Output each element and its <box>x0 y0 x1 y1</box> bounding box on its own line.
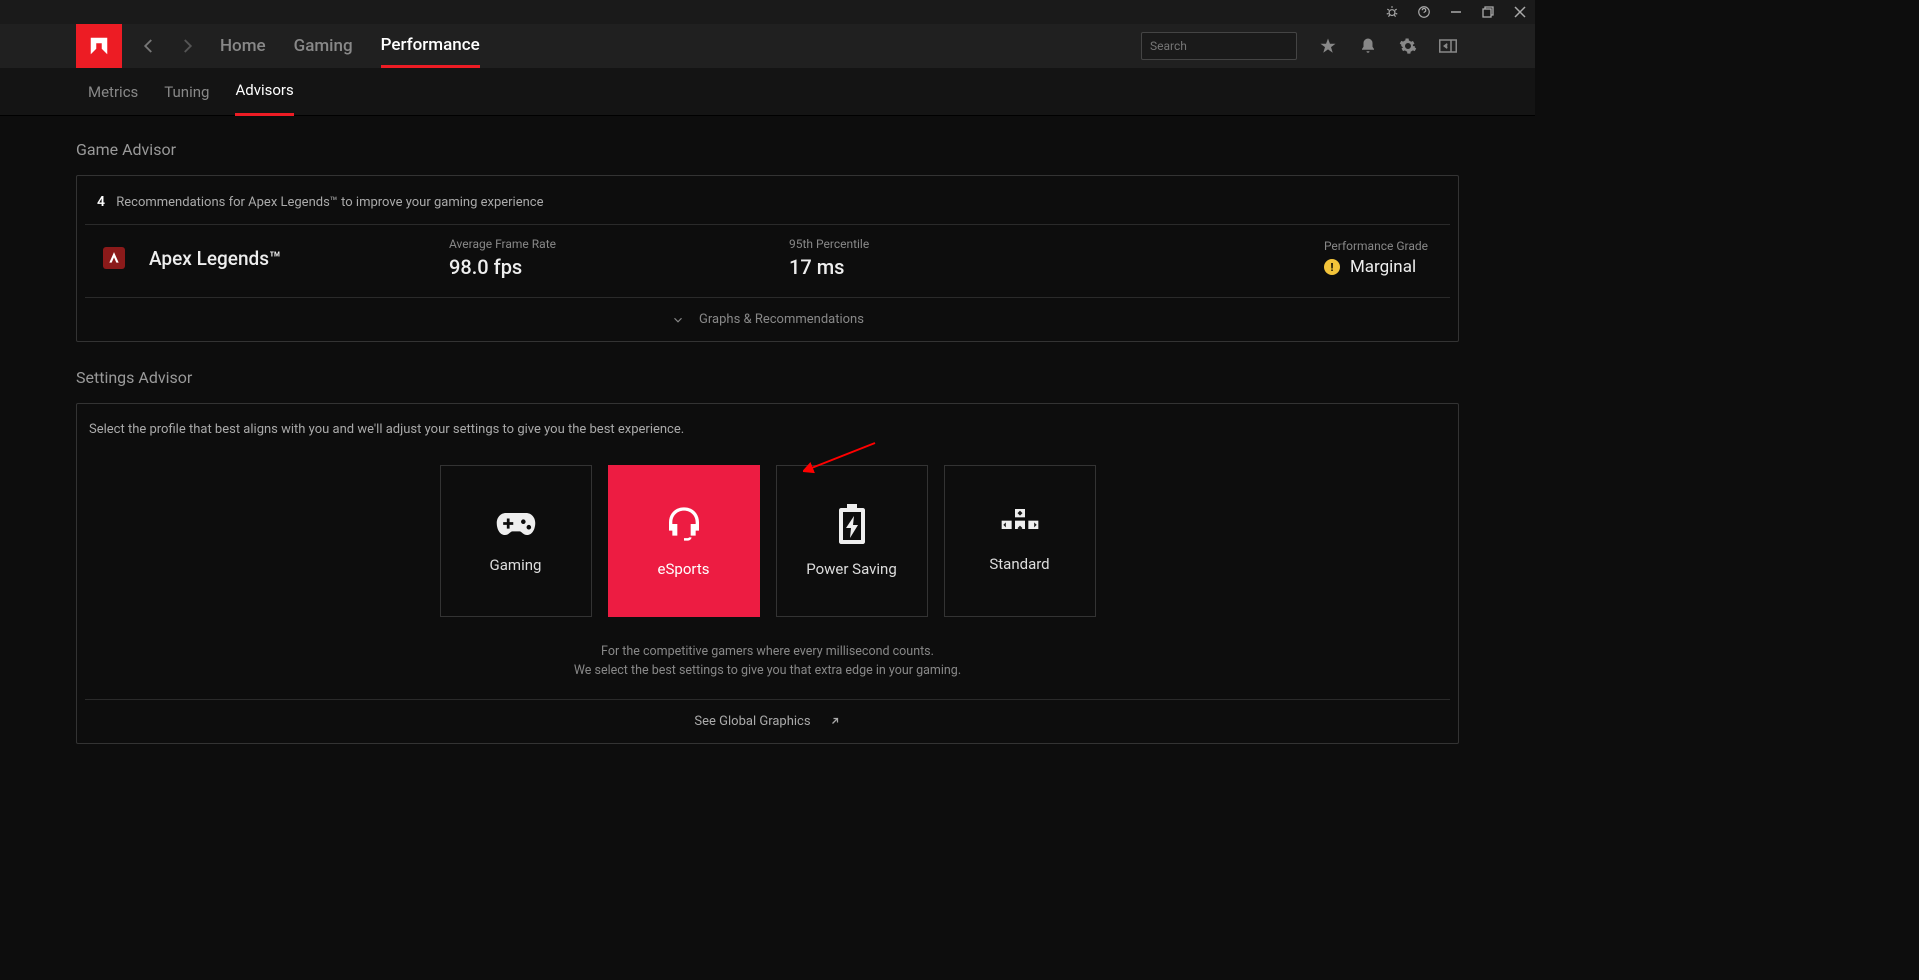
sub-navigation: Metrics Tuning Advisors <box>0 68 1535 116</box>
subtab-tuning[interactable]: Tuning <box>164 68 209 116</box>
game-advisor-title: Game Advisor <box>76 140 1459 159</box>
profile-gaming-label: Gaming <box>490 556 542 574</box>
game-name: Apex Legends™ <box>149 247 449 270</box>
profile-esports[interactable]: eSports <box>608 465 760 617</box>
warning-icon: ! <box>1324 259 1340 275</box>
settings-advisor-title: Settings Advisor <box>76 368 1459 387</box>
amd-logo[interactable] <box>76 24 122 68</box>
grade-value: Marginal <box>1350 257 1416 277</box>
profile-desc-line2: We select the best settings to give you … <box>77 662 1458 681</box>
maximize-icon[interactable] <box>1481 5 1495 19</box>
search-field[interactable] <box>1150 39 1306 53</box>
recommendation-text: Recommendations for Apex Legends™ to imp… <box>116 195 543 210</box>
tab-performance[interactable]: Performance <box>381 24 480 68</box>
footer-link-label: See Global Graphics <box>694 714 810 729</box>
standard-icon <box>1000 509 1040 539</box>
settings-advisor-panel: Select the profile that best aligns with… <box>76 403 1459 744</box>
game-stats-row: Apex Legends™ Average Frame Rate 98.0 fp… <box>85 225 1450 298</box>
recommendations-summary: 4 Recommendations for Apex Legends™ to i… <box>85 176 1450 225</box>
afr-label: Average Frame Rate <box>449 237 789 251</box>
sidebar-toggle-icon[interactable] <box>1439 39 1457 53</box>
profile-esports-label: eSports <box>658 560 710 578</box>
expand-graphs-button[interactable]: Graphs & Recommendations <box>77 298 1458 341</box>
subtab-advisors[interactable]: Advisors <box>235 68 293 116</box>
apex-legends-icon <box>103 247 125 269</box>
grade-label: Performance Grade <box>1324 239 1428 253</box>
notifications-icon[interactable] <box>1359 37 1377 55</box>
help-icon[interactable] <box>1417 5 1431 19</box>
profile-selector: Gaming eSports Power Saving Standard <box>77 455 1458 635</box>
profile-standard-label: Standard <box>989 555 1049 573</box>
p95-value: 17 ms <box>789 255 1139 279</box>
profile-power-saving-label: Power Saving <box>806 560 897 578</box>
game-advisor-panel: 4 Recommendations for Apex Legends™ to i… <box>76 175 1459 342</box>
bug-icon[interactable] <box>1385 5 1399 19</box>
profile-gaming[interactable]: Gaming <box>440 465 592 617</box>
minimize-icon[interactable] <box>1449 5 1463 19</box>
battery-icon <box>837 504 867 544</box>
afr-value: 98.0 fps <box>449 255 789 279</box>
nav-back-button[interactable] <box>140 37 158 55</box>
gamepad-icon <box>494 508 538 540</box>
top-navigation: Home Gaming Performance <box>0 24 1535 68</box>
settings-icon[interactable] <box>1399 37 1417 55</box>
subtab-metrics[interactable]: Metrics <box>88 68 138 116</box>
tab-gaming[interactable]: Gaming <box>294 24 353 68</box>
p95-label: 95th Percentile <box>789 237 1139 251</box>
recommendation-count: 4 <box>97 194 105 210</box>
headset-icon <box>664 504 704 544</box>
close-icon[interactable] <box>1513 5 1527 19</box>
window-titlebar <box>0 0 1535 24</box>
profile-standard[interactable]: Standard <box>944 465 1096 617</box>
profile-desc-line1: For the competitive gamers where every m… <box>77 643 1458 662</box>
nav-forward-button[interactable] <box>178 37 196 55</box>
favorites-icon[interactable] <box>1319 37 1337 55</box>
chevron-down-icon <box>671 313 685 327</box>
external-link-icon <box>829 715 841 727</box>
settings-advisor-description: Select the profile that best aligns with… <box>77 404 1458 455</box>
profile-power-saving[interactable]: Power Saving <box>776 465 928 617</box>
profile-description: For the competitive gamers where every m… <box>77 635 1458 699</box>
see-global-graphics-link[interactable]: See Global Graphics <box>85 699 1450 743</box>
tab-home[interactable]: Home <box>220 24 266 68</box>
search-input[interactable] <box>1141 32 1297 60</box>
expand-label: Graphs & Recommendations <box>699 312 864 327</box>
